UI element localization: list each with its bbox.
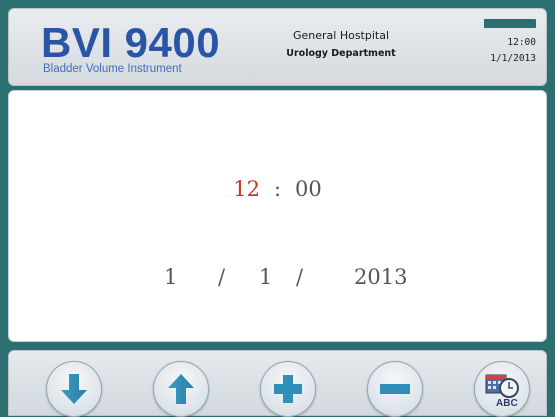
brand-title: BVI 9400 <box>41 19 221 66</box>
minus-icon <box>380 384 410 394</box>
facility-name: General Hostpital <box>292 29 390 42</box>
status-time: 12:00 <box>507 37 536 48</box>
arrow-down-icon <box>61 374 87 404</box>
time-separator: : <box>273 177 282 201</box>
status-area: 12:00 1/1/2013 <box>484 19 536 64</box>
month-field[interactable]: 1 <box>164 265 177 289</box>
calendar-clock-abc-icon: ABC <box>485 374 519 409</box>
date-separator: / <box>218 265 226 289</box>
facility-info: General Hostpital Urology Department <box>271 29 411 59</box>
bottom-toolbar: ABC <box>8 350 547 417</box>
hour-field[interactable]: 12 <box>233 177 260 201</box>
plus-icon <box>274 375 302 403</box>
up-button[interactable] <box>153 361 209 417</box>
year-field[interactable]: 2013 <box>354 265 407 289</box>
down-button[interactable] <box>46 361 102 417</box>
arrow-up-icon <box>168 374 194 404</box>
department-name: Urology Department <box>286 48 396 59</box>
header-bar: BVI 9400 Bladder Volume Instrument Gener… <box>8 8 547 86</box>
date-time-editor: 12:00 1 / 1 / 2013 <box>8 90 547 342</box>
date-time-format-button[interactable]: ABC <box>474 361 530 417</box>
increment-button[interactable] <box>260 361 316 417</box>
date-separator: / <box>296 265 304 289</box>
status-date: 1/1/2013 <box>490 53 536 64</box>
brand-logo: BVI 9400 Bladder Volume Instrument <box>41 19 221 76</box>
minute-field[interactable]: 00 <box>295 177 322 201</box>
abc-label: ABC <box>496 398 518 409</box>
battery-icon <box>484 19 536 28</box>
day-field[interactable]: 1 <box>259 265 272 289</box>
time-row: 12:00 <box>9 177 546 201</box>
decrement-button[interactable] <box>367 361 423 417</box>
